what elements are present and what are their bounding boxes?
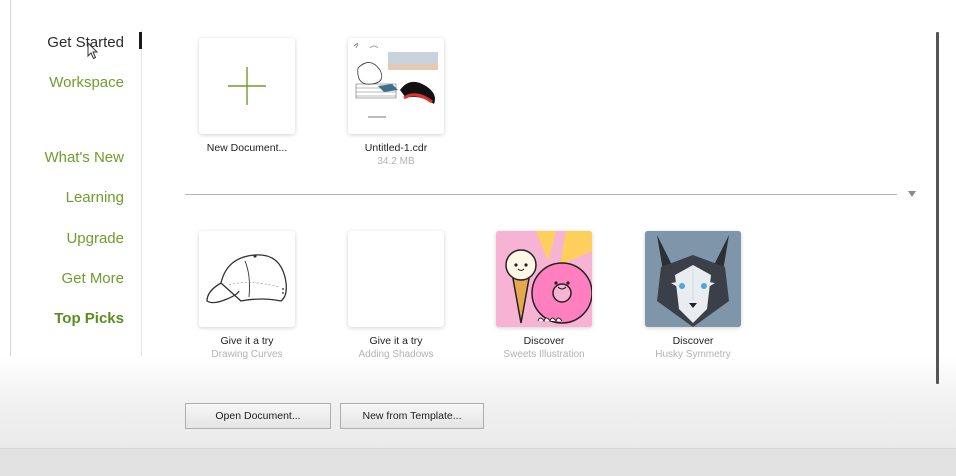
card-subtitle: Sweets Illustration [503, 349, 585, 360]
mouse-pointer-icon [87, 42, 99, 60]
section-divider [185, 194, 897, 195]
nav-item-top-picks[interactable]: Top Picks [54, 310, 124, 327]
open-document-button[interactable]: Open Document... [185, 403, 331, 429]
husky-illustration-icon [645, 231, 741, 327]
pick-thumbnail [348, 231, 444, 327]
card-subtitle: Adding Shadows [358, 349, 434, 360]
nav-item-get-more[interactable]: Get More [61, 270, 124, 287]
new-from-template-button[interactable]: New from Template... [340, 403, 484, 429]
nav-item-get-started[interactable]: Get Started [47, 34, 124, 51]
vertical-scrollbar[interactable] [936, 32, 939, 384]
chevron-down-icon[interactable] [907, 190, 917, 198]
pick-thumbnail [496, 231, 592, 327]
card-title: New Document... [206, 142, 288, 154]
card-subtitle: Husky Symmetry [655, 349, 731, 360]
document-preview-icon [353, 42, 438, 118]
nav-item-learning[interactable]: Learning [66, 189, 124, 206]
card-title: Discover [523, 335, 565, 347]
nav-item-whats-new[interactable]: What's New [44, 149, 124, 166]
pick-card-husky-symmetry[interactable]: Discover Husky Symmetry [645, 231, 741, 360]
card-title: Give it a try [369, 335, 423, 347]
bottom-status-strip [0, 448, 956, 476]
file-size: 34.2 MB [377, 156, 415, 167]
welcome-screen: Get Started Workspace What's New Learnin… [0, 0, 956, 476]
pick-card-adding-shadows[interactable]: Give it a try Adding Shadows [348, 231, 444, 360]
ice-cream-donut-icon [496, 231, 592, 327]
new-document-thumbnail [199, 38, 295, 134]
nav-divider [141, 30, 142, 356]
card-title: Give it a try [220, 335, 274, 347]
pick-card-drawing-curves[interactable]: Give it a try Drawing Curves [199, 231, 295, 360]
card-title: Untitled-1.cdr [364, 142, 428, 154]
card-subtitle: Drawing Curves [211, 349, 283, 360]
nav-item-upgrade[interactable]: Upgrade [66, 230, 124, 247]
pick-thumbnail [645, 231, 741, 327]
plus-icon [228, 67, 266, 105]
pick-card-sweets-illustration[interactable]: Discover Sweets Illustration [496, 231, 592, 360]
card-title: Discover [672, 335, 714, 347]
cap-illustration-icon [206, 254, 287, 304]
pick-thumbnail [199, 231, 295, 327]
active-nav-indicator [139, 32, 142, 49]
new-document-card[interactable]: New Document... [199, 38, 295, 154]
nav-item-workspace[interactable]: Workspace [49, 74, 124, 91]
recent-file-card[interactable]: Untitled-1.cdr 34.2 MB [348, 38, 444, 167]
recent-file-thumbnail [348, 38, 444, 134]
